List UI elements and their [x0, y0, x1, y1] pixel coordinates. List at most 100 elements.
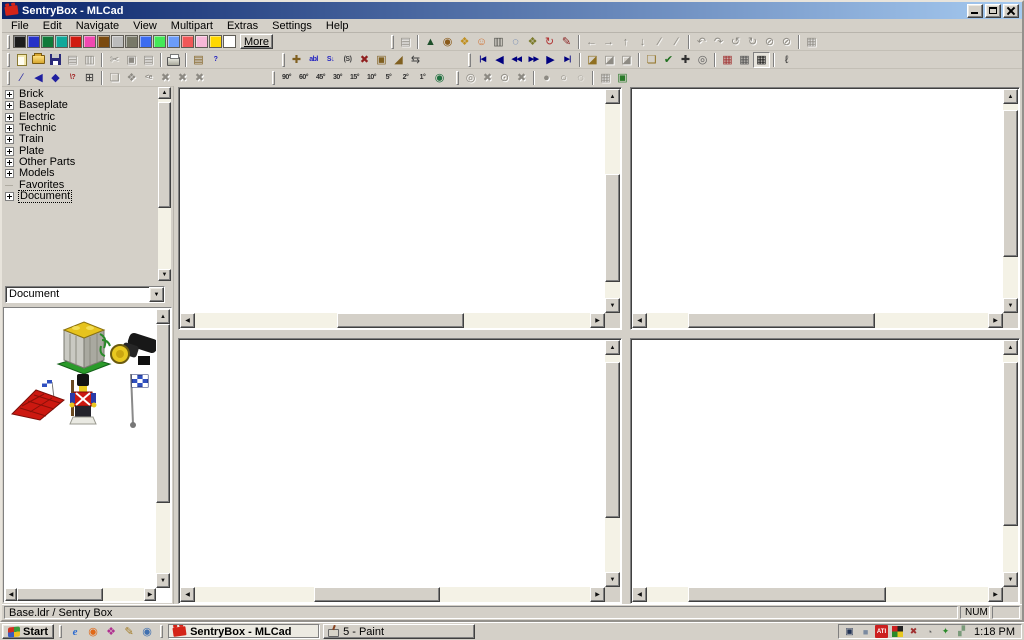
- viewport-horizontal-scrollbar[interactable]: ◀ ▶: [632, 313, 1003, 328]
- copy-button[interactable]: ▣: [123, 52, 140, 68]
- draw-mode-button[interactable]: ✔: [660, 52, 677, 68]
- close-button[interactable]: [1003, 3, 1019, 18]
- tree-scrollbar[interactable]: ▲ ▼: [158, 87, 171, 281]
- menu-file[interactable]: File: [4, 19, 36, 33]
- rotate-5-button[interactable]: 5°: [380, 70, 397, 86]
- viewport-vertical-scrollbar[interactable]: ▲ ▼: [1003, 89, 1018, 313]
- scrollbar-track[interactable]: [195, 587, 590, 602]
- draw-quad-button[interactable]: ◆: [47, 70, 64, 86]
- rotate-z-neg-button[interactable]: ⊘: [761, 34, 778, 50]
- scrollbar-thumb[interactable]: [687, 313, 876, 328]
- menu-view[interactable]: View: [126, 19, 164, 33]
- toolbar-grip[interactable]: [7, 70, 10, 85]
- expand-plus-icon[interactable]: [5, 135, 14, 145]
- scroll-up-arrow-icon[interactable]: ▲: [1003, 89, 1018, 104]
- scrollbar-thumb[interactable]: [605, 361, 620, 518]
- tray-usb-icon[interactable]: ▞: [955, 625, 968, 638]
- pieces-button[interactable]: ❖: [524, 34, 541, 50]
- nav-prev-step-button[interactable]: ◀◀: [508, 52, 525, 68]
- rotate-model-button[interactable]: ↻: [541, 34, 558, 50]
- view-hide-button[interactable]: ◪: [601, 52, 618, 68]
- tray-colors-icon[interactable]: [891, 625, 904, 638]
- draw-line-button[interactable]: ∕: [13, 70, 30, 86]
- scrollbar-track[interactable]: [1003, 104, 1018, 298]
- scrollbar-track[interactable]: [605, 355, 620, 572]
- rotate-10-button[interactable]: 10°: [363, 70, 380, 86]
- color-swatch-7[interactable]: [97, 35, 110, 48]
- viewport-vertical-scrollbar[interactable]: ▲ ▼: [605, 89, 620, 313]
- scrollbar-thumb[interactable]: [158, 102, 171, 208]
- edit-matrix-button[interactable]: ⊞: [81, 70, 98, 86]
- taskbar-clock[interactable]: 1:18 PM: [971, 626, 1015, 638]
- viewport-canvas-bottom-right[interactable]: [632, 340, 1003, 587]
- viewport-horizontal-scrollbar[interactable]: ◀ ▶: [180, 313, 605, 328]
- media-player-button[interactable]: ◉: [139, 624, 155, 639]
- viewport-canvas-bottom-left[interactable]: [180, 340, 605, 587]
- scroll-down-arrow-icon[interactable]: ▼: [605, 298, 620, 313]
- camera-button[interactable]: ▦: [803, 34, 820, 50]
- scroll-left-arrow-icon[interactable]: ◀: [632, 587, 647, 602]
- rotate-30-button[interactable]: 30°: [329, 70, 346, 86]
- move-up-button[interactable]: ↑: [617, 34, 634, 50]
- pen-tool-button[interactable]: ✎: [121, 624, 137, 639]
- color-swatch-8[interactable]: [111, 35, 124, 48]
- minimize-button[interactable]: [967, 3, 983, 18]
- group-edit-button[interactable]: ❖: [123, 70, 140, 86]
- taskbar-divider[interactable]: [59, 625, 63, 638]
- add-comment-button[interactable]: abl: [305, 52, 322, 68]
- scroll-right-arrow-icon[interactable]: ▶: [144, 588, 156, 601]
- grid-display-button[interactable]: ▦: [597, 70, 614, 86]
- tray-1-icon[interactable]: ▣: [843, 625, 856, 638]
- expand-plus-icon[interactable]: [5, 90, 14, 100]
- scrollbar-track[interactable]: [605, 104, 620, 298]
- more-colors-button[interactable]: More: [240, 34, 273, 49]
- preview-part-sentry-box[interactable]: [56, 316, 112, 378]
- tray-scheduler-icon[interactable]: ✦: [939, 625, 952, 638]
- exchange-button[interactable]: ⇆: [407, 52, 424, 68]
- preview-part-raft[interactable]: [10, 378, 66, 422]
- snapshot-button[interactable]: ▤: [397, 34, 414, 50]
- task-5-paint[interactable]: 5 - Paint: [323, 624, 476, 639]
- scrollbar-thumb[interactable]: [687, 587, 886, 602]
- tilt-right-button[interactable]: ∕: [668, 34, 685, 50]
- loop-view-button[interactable]: ◌: [507, 34, 524, 50]
- preview-part-soldier[interactable]: [66, 372, 100, 430]
- toolbar-grip[interactable]: [272, 70, 275, 85]
- timer-button[interactable]: ⊙: [496, 70, 513, 86]
- color-swatch-6[interactable]: [83, 35, 96, 48]
- color-swatch-15[interactable]: [209, 35, 222, 48]
- nav-first-button[interactable]: |◀: [474, 52, 491, 68]
- viewport-vertical-scrollbar[interactable]: ▲ ▼: [1003, 340, 1018, 587]
- export-button[interactable]: ▥: [81, 52, 98, 68]
- menu-navigate[interactable]: Navigate: [69, 19, 126, 33]
- move-left-button[interactable]: ←: [583, 34, 600, 50]
- paste-button[interactable]: ▤: [140, 52, 157, 68]
- scrollbar-thumb[interactable]: [1003, 361, 1018, 527]
- quicklaunch-3-button[interactable]: ❖: [103, 624, 119, 639]
- menu-multipart[interactable]: Multipart: [164, 19, 220, 33]
- scroll-left-arrow-icon[interactable]: ◀: [5, 588, 17, 601]
- train-button[interactable]: ▥: [490, 34, 507, 50]
- scroll-down-arrow-icon[interactable]: ▼: [1003, 572, 1018, 587]
- rotate-custom-button[interactable]: ◉: [431, 70, 448, 86]
- toolbar-grip[interactable]: [7, 52, 10, 67]
- draw-condline-button[interactable]: \?: [64, 70, 81, 86]
- expand-plus-icon[interactable]: [5, 191, 14, 201]
- color-swatch-2[interactable]: [27, 35, 40, 48]
- save-file-button[interactable]: [47, 52, 64, 68]
- vertical-splitter[interactable]: [622, 87, 630, 330]
- grid-coarse-button[interactable]: ▦: [719, 52, 736, 68]
- scrollbar-track[interactable]: [647, 587, 988, 602]
- add-part-button[interactable]: ✚: [288, 52, 305, 68]
- rotate-x-neg-button[interactable]: ↶: [693, 34, 710, 50]
- scroll-left-arrow-icon[interactable]: ◀: [180, 587, 195, 602]
- tree-item-baseplate[interactable]: Baseplate: [5, 100, 157, 111]
- menu-help[interactable]: Help: [319, 19, 356, 33]
- cut-button[interactable]: ✂: [106, 52, 123, 68]
- paint-button[interactable]: ✎: [558, 34, 575, 50]
- draw-triangle-button[interactable]: ◀: [30, 70, 47, 86]
- minifig-generator-button[interactable]: ☺: [473, 34, 490, 50]
- scroll-up-arrow-icon[interactable]: ▲: [605, 340, 620, 355]
- delete-button[interactable]: ✖: [356, 52, 373, 68]
- scroll-up-arrow-icon[interactable]: ▲: [605, 89, 620, 104]
